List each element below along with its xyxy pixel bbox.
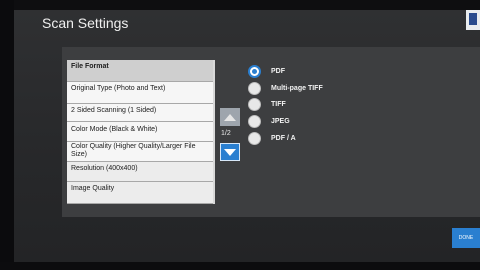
option-label: JPEG bbox=[271, 117, 290, 125]
page-title: Scan Settings bbox=[42, 15, 129, 31]
settings-item-color-mode[interactable]: Color Mode (Black & White) bbox=[67, 122, 213, 142]
settings-item-image-quality[interactable]: Image Quality bbox=[67, 182, 213, 204]
option-pdf[interactable]: PDF bbox=[248, 64, 285, 78]
radio-icon[interactable] bbox=[248, 81, 261, 95]
device-bezel-left bbox=[0, 0, 14, 270]
option-jpeg[interactable]: JPEG bbox=[248, 114, 290, 128]
settings-item-label: Original Type (Photo and Text) bbox=[71, 85, 166, 92]
settings-item-2-sided-scanning[interactable]: 2 Sided Scanning (1 Sided) bbox=[67, 104, 213, 122]
arrow-up-icon bbox=[224, 113, 236, 121]
brand-logo-icon bbox=[466, 10, 480, 30]
settings-list: File Format Original Type (Photo and Tex… bbox=[67, 60, 215, 204]
settings-item-resolution[interactable]: Resolution (400x400) bbox=[67, 162, 213, 182]
settings-item-label: Image Quality bbox=[71, 185, 115, 192]
option-multi-page-tiff[interactable]: Multi-page TIFF bbox=[248, 81, 323, 95]
radio-icon[interactable] bbox=[248, 131, 261, 145]
settings-item-original-type[interactable]: Original Type (Photo and Text) bbox=[67, 82, 213, 104]
radio-selected-icon[interactable] bbox=[248, 64, 261, 78]
settings-item-label: 2 Sided Scanning (1 Sided) bbox=[71, 107, 157, 114]
option-tiff[interactable]: TIFF bbox=[248, 97, 286, 111]
option-label: PDF / A bbox=[271, 134, 296, 142]
settings-item-label: Resolution (400x400) bbox=[71, 165, 138, 172]
scroll-up-button[interactable] bbox=[220, 108, 240, 126]
radio-icon[interactable] bbox=[248, 114, 261, 128]
option-label: Multi-page TIFF bbox=[271, 84, 323, 92]
settings-item-color-quality[interactable]: Color Quality (Higher Quality/Larger Fil… bbox=[67, 142, 213, 162]
settings-item-label: File Format bbox=[71, 63, 109, 70]
settings-item-file-format[interactable]: File Format bbox=[67, 60, 213, 82]
settings-item-label: Color Mode (Black & White) bbox=[71, 126, 158, 133]
scroll-down-button[interactable] bbox=[220, 143, 240, 161]
page-indicator: 1/2 bbox=[221, 130, 231, 137]
option-label: TIFF bbox=[271, 100, 286, 108]
done-button[interactable]: DONE bbox=[452, 228, 480, 248]
option-label: PDF bbox=[271, 67, 285, 75]
radio-icon[interactable] bbox=[248, 97, 261, 111]
device-bezel-bottom bbox=[0, 262, 480, 270]
option-pdf-a[interactable]: PDF / A bbox=[248, 131, 296, 145]
arrow-down-icon bbox=[224, 148, 236, 156]
settings-item-label: Color Quality (Higher Quality/Larger Fil… bbox=[71, 143, 196, 158]
